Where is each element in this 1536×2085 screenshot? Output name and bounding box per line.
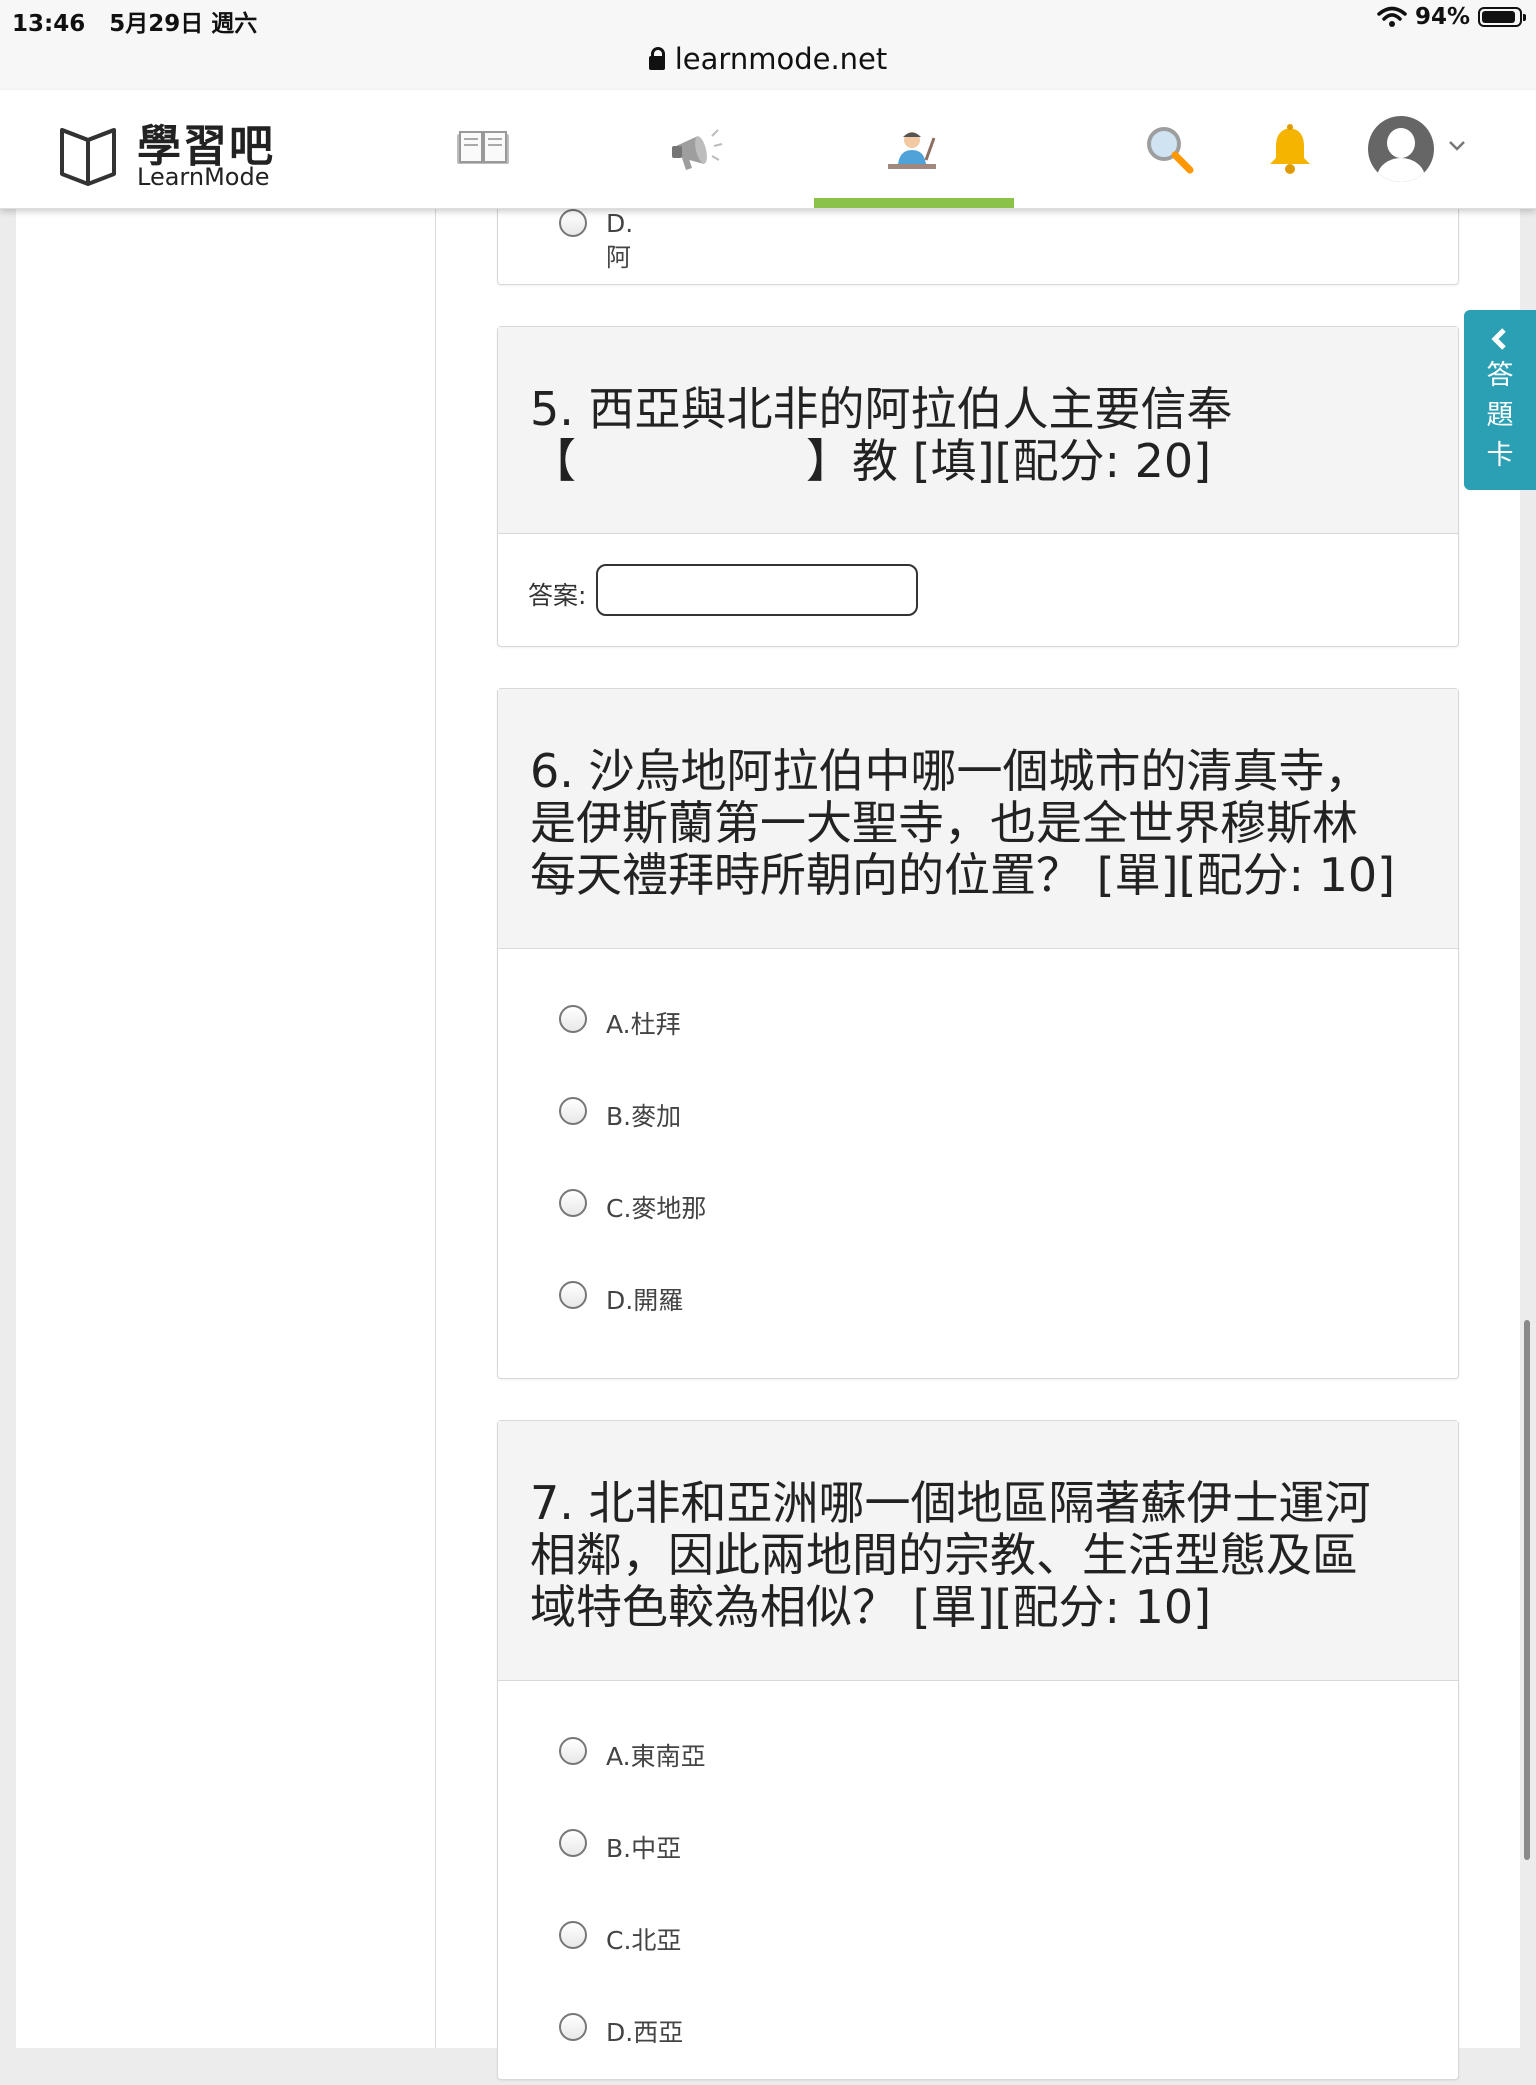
question-line: 每天禮拜時所朝向的位置？ [單][配分: 10] — [530, 848, 1396, 902]
option-label: C.麥地那 — [606, 1194, 707, 1223]
question-title: 5. 西亞與北非的阿拉伯人主要信奉 【 】教 [填][配分: 20] — [498, 327, 1458, 534]
question-line: 相鄰，因此兩地間的宗教、生活型態及區 — [530, 1528, 1358, 1582]
option-a[interactable]: A.杜拜 — [498, 985, 1458, 1077]
answer-row: 答案: — [498, 534, 1458, 646]
option-a[interactable]: A.東南亞 — [498, 1717, 1458, 1809]
radio-button[interactable] — [559, 1005, 587, 1033]
search-icon[interactable] — [1140, 120, 1200, 180]
option-d[interactable]: D.西亞 — [498, 1993, 1458, 2085]
radio-button[interactable] — [559, 2013, 587, 2041]
question-line: 域特色較為相似？ [單][配分: 10] — [530, 1580, 1212, 1634]
question-line: 【 】教 [填][配分: 20] — [530, 434, 1212, 488]
megaphone-icon[interactable] — [668, 120, 728, 180]
option-d[interactable]: D.開羅 — [498, 1261, 1458, 1353]
option-label: C.北亞 — [606, 1926, 682, 1955]
radio-button[interactable] — [559, 1281, 587, 1309]
option-c[interactable]: C.麥地那 — [498, 1169, 1458, 1261]
option-label: D.西亞 — [606, 2018, 684, 2047]
answer-label: 答案: — [528, 581, 587, 610]
radio-button[interactable] — [559, 1097, 587, 1125]
question-title: 6. 沙烏地阿拉伯中哪一個城市的清真寺， 是伊斯蘭第一大聖寺，也是全世界穆斯林 … — [498, 689, 1458, 949]
app-header: 學習吧 LearnMode — [0, 90, 1536, 209]
logo-book-icon[interactable] — [58, 126, 118, 188]
left-column — [16, 205, 436, 2048]
option-b[interactable]: B.中亞 — [498, 1809, 1458, 1901]
lock-icon — [648, 47, 665, 70]
answer-input[interactable] — [596, 564, 918, 616]
wifi-icon — [1377, 6, 1407, 27]
status-bar: 13:46 5月29日 週六 94% — [0, 0, 1536, 40]
chevron-left-icon — [1491, 328, 1506, 350]
teacher-icon[interactable] — [882, 120, 942, 180]
answer-card-label-2: 題 — [1486, 400, 1514, 431]
option-label: B.中亞 — [606, 1834, 682, 1863]
radio-button[interactable] — [559, 1189, 587, 1217]
question-line: 5. 西亞與北非的阿拉伯人主要信奉 — [530, 382, 1233, 436]
option-label: D.阿 — [606, 209, 634, 272]
battery-icon — [1478, 7, 1526, 27]
battery-percent: 94% — [1414, 4, 1470, 30]
option-label: A.杜拜 — [606, 1010, 681, 1039]
radio-button[interactable] — [559, 1829, 587, 1857]
answer-card-tab[interactable]: 答 題 卡 — [1464, 310, 1536, 490]
nav-active-indicator — [814, 198, 1014, 208]
avatar[interactable] — [1368, 116, 1434, 182]
answer-card-label-1: 答 — [1486, 360, 1514, 391]
question-title: 7. 北非和亞洲哪一個地區隔著蘇伊士運河 相鄰，因此兩地間的宗教、生活型態及區 … — [498, 1421, 1458, 1681]
radio-button[interactable] — [559, 1921, 587, 1949]
question-card-6: 6. 沙烏地阿拉伯中哪一個城市的清真寺， 是伊斯蘭第一大聖寺，也是全世界穆斯林 … — [497, 688, 1459, 1379]
question-line: 7. 北非和亞洲哪一個地區隔著蘇伊士運河 — [530, 1476, 1371, 1530]
logo-subtitle[interactable]: LearnMode — [137, 163, 269, 191]
url-text: learnmode.net — [674, 42, 888, 76]
option-label: D.開羅 — [606, 1286, 684, 1315]
radio-button[interactable] — [559, 209, 587, 237]
status-time: 13:46 5月29日 週六 — [12, 11, 258, 37]
answer-card-label-3: 卡 — [1486, 440, 1514, 471]
question-line: 6. 沙烏地阿拉伯中哪一個城市的清真寺， — [530, 744, 1371, 798]
question-line: 是伊斯蘭第一大聖寺，也是全世界穆斯林 — [530, 796, 1358, 850]
question-card-5: 5. 西亞與北非的阿拉伯人主要信奉 【 】教 [填][配分: 20] 答案: — [497, 326, 1459, 647]
option-list: A.東南亞 B.中亞 C.北亞 D.西亞 — [498, 1681, 1458, 2085]
option-label: B.麥加 — [606, 1102, 682, 1131]
book-icon[interactable] — [453, 120, 513, 180]
scrollbar[interactable] — [1524, 1320, 1530, 1860]
option-c[interactable]: C.北亞 — [498, 1901, 1458, 1993]
option-b[interactable]: B.麥加 — [498, 1077, 1458, 1169]
option-list: A.杜拜 B.麥加 C.麥地那 D.開羅 — [498, 949, 1458, 1353]
option-label: A.東南亞 — [606, 1742, 706, 1771]
radio-button[interactable] — [559, 1737, 587, 1765]
question-card-7: 7. 北非和亞洲哪一個地區隔著蘇伊士運河 相鄰，因此兩地間的宗教、生活型態及區 … — [497, 1420, 1459, 2080]
bell-icon[interactable] — [1260, 120, 1320, 180]
chevron-down-icon[interactable] — [1448, 136, 1466, 154]
url-bar[interactable]: learnmode.net — [0, 40, 1536, 91]
status-right: 94% — [1377, 4, 1526, 30]
